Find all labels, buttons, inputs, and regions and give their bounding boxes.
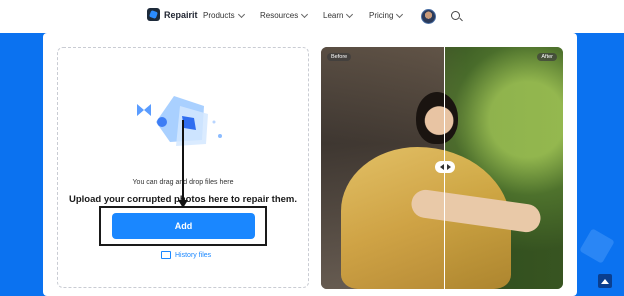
chevron-down-icon (346, 10, 354, 18)
brand-name: Repairit (164, 9, 198, 20)
nav-resources[interactable]: Resources (260, 10, 309, 20)
annotation-arrow-head (178, 200, 188, 208)
top-navbar: Repairit Products Resources Learn Pricin… (0, 0, 624, 33)
nav-learn[interactable]: Learn (323, 10, 354, 20)
nav-products-label: Products (203, 11, 235, 20)
brand-logo[interactable]: Repairit (147, 8, 198, 21)
before-badge: Before (327, 53, 352, 61)
chevron-down-icon (301, 10, 309, 18)
chevron-down-icon (396, 10, 404, 18)
arrow-left-icon (439, 164, 444, 170)
chevron-down-icon (237, 10, 245, 18)
repairit-logo-icon (147, 8, 160, 21)
annotation-arrow-shaft (182, 120, 184, 206)
scroll-to-top-button[interactable] (598, 274, 612, 288)
decorative-shape (579, 228, 615, 264)
arrow-right-icon (446, 164, 451, 170)
before-after-preview[interactable]: Before After (321, 47, 563, 289)
nav-products[interactable]: Products (203, 10, 245, 20)
add-button[interactable]: Add (112, 213, 255, 239)
nav-resources-label: Resources (260, 11, 299, 20)
folder-icon (161, 251, 171, 259)
user-avatar[interactable] (421, 9, 436, 24)
nav-pricing-label: Pricing (369, 11, 394, 20)
compare-slider-handle[interactable] (435, 161, 455, 173)
nav-pricing[interactable]: Pricing (369, 10, 404, 20)
history-files-link[interactable]: History files (161, 251, 211, 259)
history-files-label: History files (175, 251, 212, 259)
arrow-up-icon (601, 278, 609, 284)
figure-head (416, 92, 458, 144)
after-badge: After (537, 53, 557, 61)
nav-learn-label: Learn (323, 11, 344, 20)
search-icon[interactable] (451, 11, 460, 20)
